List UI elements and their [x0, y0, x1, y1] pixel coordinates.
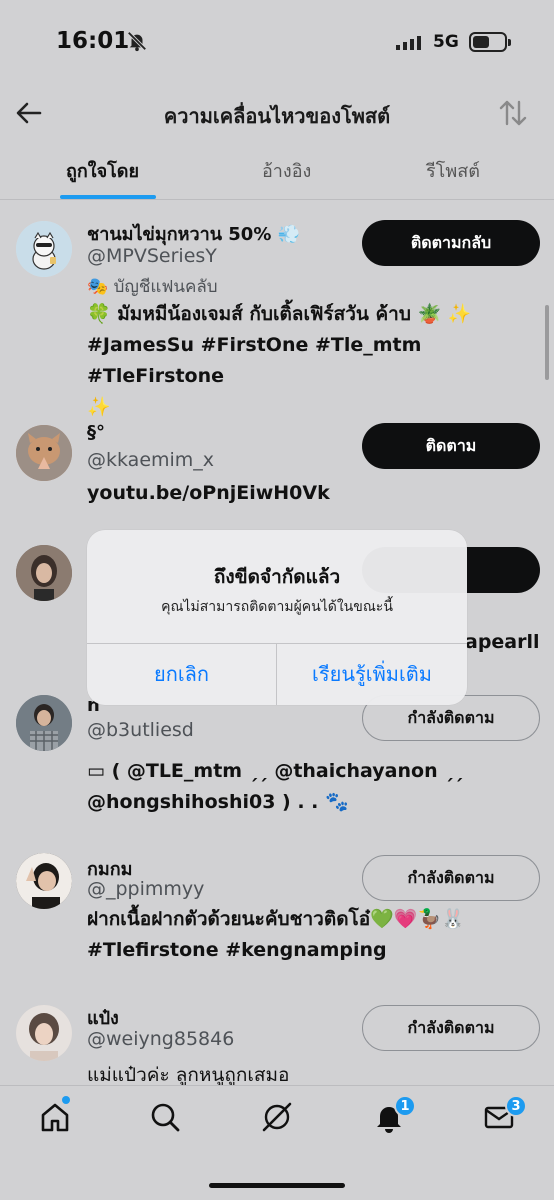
home-indicator: [209, 1183, 345, 1188]
tab-bar: ถูกใจโดย อ้างอิง รีโพสต์: [0, 144, 554, 200]
messages-badge: 3: [505, 1095, 527, 1117]
alert-title: ถึงขีดจำกัดแล้ว: [213, 566, 341, 588]
notifications-badge: 1: [394, 1095, 416, 1117]
bio: ▭ ( @TLE_mtm ˏˏ @thaichayanon ˏˏ @hongsh…: [87, 756, 547, 818]
list-item[interactable]: ชานมไข่มุกหวาน 50% 💨 @MPVSeriesY 🎭 บัญชี…: [0, 215, 554, 418]
tab-liked-by[interactable]: ถูกใจโดย: [66, 156, 139, 185]
fan-account-label: 🎭 บัญชีแฟนคลับ: [87, 277, 218, 297]
bio: youtu.be/oPnjEiwH0Vk: [87, 478, 547, 509]
following-button[interactable]: กำลังติดตาม: [362, 1005, 540, 1051]
bio-fragment: apearll: [465, 631, 540, 653]
cancel-button[interactable]: ยกเลิก: [87, 643, 276, 705]
search-icon[interactable]: [148, 1100, 182, 1134]
bio-line: #Tlefirstone #kengnamping: [87, 939, 387, 961]
page-title: ความเคลื่อนไหวของโพสต์: [163, 104, 391, 128]
avatar[interactable]: [16, 1005, 72, 1061]
bio-line: ฝากเนื้อฝากตัวด้วยนะคับชาวติดโอ๋💚💗🦆🐰: [87, 908, 465, 930]
learn-more-button[interactable]: เรียนรู้เพิ่มเติม: [277, 643, 467, 705]
display-name: §°: [87, 422, 105, 443]
bell-off-icon: [127, 31, 147, 52]
user-handle: @weiyng85846: [87, 1028, 235, 1050]
grok-icon[interactable]: [260, 1100, 294, 1134]
avatar[interactable]: [16, 425, 72, 481]
network-type: 5G: [433, 32, 459, 52]
bio-line: ✨: [87, 396, 111, 418]
header: ความเคลื่อนไหวของโพสต์: [0, 84, 554, 144]
bio: ฝากเนื้อฝากตัวด้วยนะคับชาวติดโอ๋💚💗🦆🐰 #Tl…: [87, 904, 547, 966]
tab-reposts[interactable]: รีโพสต์: [426, 156, 480, 185]
bio-line: @hongshihoshi03 ) . . 🐾: [87, 791, 349, 813]
follow-button[interactable]: ติดตาม: [362, 423, 540, 469]
sort-icon[interactable]: [496, 96, 530, 130]
display-name: ชานมไข่มุกหวาน 50% 💨: [87, 224, 301, 245]
rate-limit-alert: ถึงขีดจำกัดแล้ว คุณไม่สามารถติดตามผู้คนไ…: [87, 530, 467, 705]
tab-quotes[interactable]: อ้างอิง: [262, 156, 311, 185]
home-icon[interactable]: [38, 1100, 72, 1134]
active-tab-indicator: [60, 195, 156, 199]
home-unread-dot: [62, 1096, 70, 1104]
bio-line: youtu.be/oPnjEiwH0Vk: [87, 482, 330, 504]
bio-line: แม่แป๋วค่ะ ลูกหนูถูกเสมอ: [87, 1064, 290, 1085]
bio-line: #JamesSu #FirstOne #Tle_mtm #TleFirstone: [87, 334, 422, 387]
list-item[interactable]: กมกม @_ppimmyy ฝากเนื้อฝากตัวด้วยนะคับชา…: [0, 850, 554, 970]
bio: แม่แป๋วค่ะ ลูกหนูถูกเสมอ: [87, 1060, 547, 1085]
battery-icon: [469, 32, 511, 52]
avatar[interactable]: [16, 545, 72, 601]
follow-back-button[interactable]: ติดตามกลับ: [362, 220, 540, 266]
signal-icon: [396, 36, 421, 50]
user-handle: @b3utliesd: [87, 719, 194, 741]
alert-message: คุณไม่สามารถติดตามผู้คนได้ในขณะนี้: [161, 599, 393, 615]
user-handle: @_ppimmyy: [87, 878, 205, 900]
avatar[interactable]: [16, 853, 72, 909]
list-item[interactable]: แป๋ง @weiyng85846 แม่แป๋วค่ะ ลูกหนูถูกเส…: [0, 1000, 554, 1085]
avatar[interactable]: [16, 221, 72, 277]
list-item[interactable]: n @b3utliesd ▭ ( @TLE_mtm ˏˏ @thaichayan…: [0, 690, 554, 820]
clock: 16:01: [56, 28, 130, 54]
status-bar: 16:01 5G: [0, 0, 554, 84]
bio: 🍀 มัมหมีน้องเจมส์ กับเติ้ลเฟิร์สวัน ค้าบ…: [87, 299, 547, 423]
following-button[interactable]: กำลังติดตาม: [362, 855, 540, 901]
bio-line: ▭ ( @TLE_mtm ˏˏ @thaichayanon ˏˏ: [87, 760, 464, 782]
bio-line: 🍀 มัมหมีน้องเจมส์ กับเติ้ลเฟิร์สวัน ค้าบ…: [87, 303, 472, 325]
list-item[interactable]: §° @kkaemim_x youtu.be/oPnjEiwH0Vk ติดตา…: [0, 420, 554, 520]
avatar[interactable]: [16, 695, 72, 751]
user-handle: @MPVSeriesY: [87, 245, 217, 267]
user-handle: @kkaemim_x: [87, 449, 215, 471]
